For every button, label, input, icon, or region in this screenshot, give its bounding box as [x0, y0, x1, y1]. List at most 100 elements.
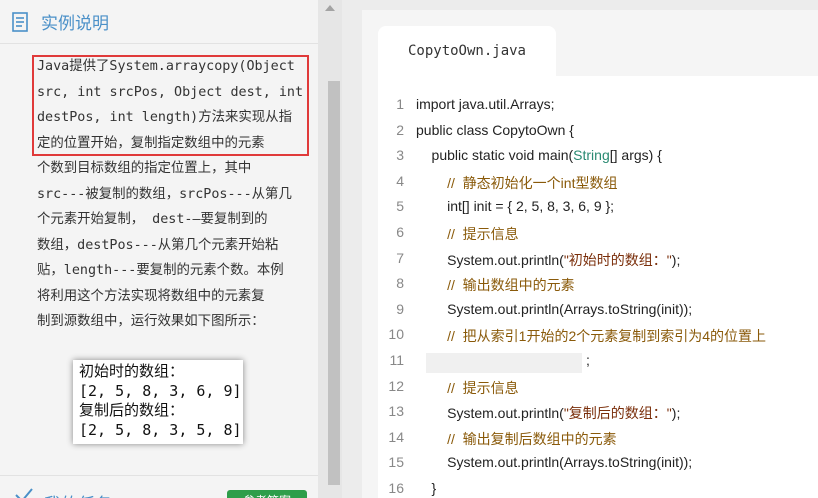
- code-text: public class CopytoOwn {: [416, 122, 574, 138]
- code-token: );: [671, 405, 681, 422]
- document-list-icon: [12, 11, 28, 32]
- output-line: 初始时的数组：: [79, 362, 185, 380]
- code-blank-input[interactable]: [426, 353, 582, 373]
- code-token: public class CopytoOwn {: [416, 121, 574, 138]
- code-token: public static void main(: [416, 147, 574, 164]
- code-token: );: [671, 251, 681, 268]
- code-token: "初始时的数组：": [563, 251, 672, 268]
- output-line: [2, 5, 8, 3, 5, 8]: [79, 420, 242, 439]
- code-token: System.out.println(Arrays.toString(init)…: [416, 454, 693, 471]
- code-line: 4 // 静态初始化一个int型数组: [378, 173, 818, 198]
- code-text: // 输出数组中的元素: [416, 275, 575, 295]
- description-line: 个数到目标数组的指定位置上，其中: [37, 161, 252, 176]
- task-label: 我的任务: [44, 490, 112, 498]
- sample-output-image: 初始时的数组： [2, 5, 8, 3, 6, 9] 复制后的数组： [2, 5, 8…: [73, 360, 243, 444]
- code-line: 12 // 提示信息: [378, 378, 818, 403]
- output-line: 复制后的数组：: [79, 401, 185, 419]
- line-number: 14: [388, 428, 404, 445]
- code-token: ;: [586, 352, 590, 368]
- code-token: // 静态初始化一个int型数组: [447, 174, 618, 191]
- line-number: 4: [396, 172, 404, 189]
- line-number: 5: [396, 198, 404, 215]
- description-line: 将利用这个方法实现将数组中的元素复: [37, 288, 265, 304]
- line-number: 12: [388, 377, 404, 394]
- line-number: 2: [396, 121, 404, 138]
- code-token: }: [416, 480, 437, 496]
- instruction-header: 实例说明: [0, 0, 318, 44]
- code-text: System.out.println("复制后的数组：");: [416, 403, 680, 423]
- code-token: // 提示信息: [447, 379, 519, 396]
- line-number: 7: [396, 249, 404, 266]
- code-line: 11;: [378, 352, 818, 377]
- left-panel-scrollbar[interactable]: [318, 0, 342, 498]
- code-editor[interactable]: 1 import java.util.Arrays; 2 public class C…: [378, 76, 818, 498]
- code-token: [] args) {: [609, 147, 662, 164]
- code-token: // 输出数组中的元素: [447, 277, 575, 294]
- code-line: 16 }: [378, 480, 818, 498]
- code-text: // 静态初始化一个int型数组: [416, 173, 617, 193]
- code-token: // 把从索引1开始的2个元素复制到索引为4的位置上: [447, 328, 767, 345]
- line-number: 9: [396, 300, 404, 317]
- description-line: 贴，length---要复制的元素个数。本例: [37, 263, 284, 278]
- code-token: "复制后的数组：": [563, 405, 672, 422]
- scroll-up-arrow-icon[interactable]: [325, 5, 335, 11]
- reference-answer-button[interactable]: 参考答案: [227, 490, 307, 498]
- line-number: 6: [396, 224, 404, 240]
- description-line: 个元素开始复制， dest-—要复制到的: [37, 212, 268, 227]
- code-token: System.out.println(: [416, 251, 564, 268]
- code-line: 5 int[] init = { 2, 5, 8, 3, 6, 9 };: [378, 198, 818, 223]
- code-text: // 提示信息: [416, 224, 519, 244]
- code-token: import java.util.Arrays;: [416, 96, 555, 112]
- code-text: int[] init = { 2, 5, 8, 3, 6, 9 };: [416, 198, 614, 214]
- code-text: }: [416, 480, 437, 496]
- code-line: 9 System.out.println(Arrays.toString(ini…: [378, 301, 818, 326]
- highlight-box: [32, 55, 309, 156]
- code-area: CopytoOwn.java 1 import java.util.Arrays;…: [362, 10, 818, 498]
- instruction-panel: 实例说明 Java提供了System.arraycopy(Object src, …: [0, 0, 318, 498]
- code-token: String: [573, 147, 610, 164]
- code-token: // 提示信息: [447, 226, 519, 242]
- line-number: 3: [396, 147, 404, 164]
- line-number: 11: [389, 352, 404, 368]
- code-text: // 把从索引1开始的2个元素复制到索引为4的位置上: [416, 326, 766, 346]
- description-line: 数组，destPos---从第几个元素开始粘: [37, 237, 279, 253]
- code-line: 15 System.out.println(Arrays.toString(in…: [378, 454, 818, 479]
- line-number: 10: [388, 326, 404, 343]
- code-line: 2 public class CopytoOwn {: [378, 122, 818, 147]
- code-text: System.out.println(Arrays.toString(init)…: [416, 301, 692, 317]
- code-panel: CopytoOwn.java 1 import java.util.Arrays;…: [342, 0, 818, 498]
- line-number: 15: [388, 454, 404, 471]
- line-number: 1: [396, 96, 404, 112]
- code-token: System.out.println(Arrays.toString(init)…: [416, 300, 693, 317]
- code-text: import java.util.Arrays;: [416, 96, 554, 112]
- code-text: System.out.println("初始时的数组：");: [416, 250, 680, 270]
- line-number: 16: [388, 480, 404, 496]
- task-bar: 我的任务 参考答案: [0, 475, 318, 498]
- line-number: 8: [396, 275, 404, 292]
- code-token: System.out.println(: [416, 405, 564, 422]
- checkmark-task-icon: [15, 488, 33, 498]
- description-line: src---被复制的数组，srcPos---从第几: [37, 186, 292, 202]
- code-line: 1 import java.util.Arrays;: [378, 96, 818, 121]
- code-text: // 提示信息: [416, 378, 519, 398]
- code-text: System.out.println(Arrays.toString(init)…: [416, 454, 692, 470]
- code-line: 8 // 输出数组中的元素: [378, 275, 818, 300]
- code-line: 10 // 把从索引1开始的2个元素复制到索引为4的位置上: [378, 326, 818, 351]
- code-text: public static void main(String[] args) {: [416, 147, 662, 163]
- code-text: // 输出复制后数组中的元素: [416, 429, 617, 449]
- code-token: int[] init = { 2, 5, 8, 3, 6, 9 };: [416, 198, 615, 215]
- description-line: 制到源数组中，运行效果如下图所示：: [37, 314, 265, 329]
- tab-copytoown-java[interactable]: CopytoOwn.java: [378, 26, 556, 76]
- output-line: [2, 5, 8, 3, 6, 9]: [79, 381, 242, 400]
- code-line: 14 // 输出复制后数组中的元素: [378, 429, 818, 454]
- scrollbar-thumb[interactable]: [328, 81, 340, 485]
- code-line: 13 System.out.println("复制后的数组：");: [378, 403, 818, 428]
- code-token: // 输出复制后数组中的元素: [447, 430, 617, 447]
- code-line: 6 // 提示信息: [378, 224, 818, 249]
- code-line: 3 public static void main(String[] args)…: [378, 147, 818, 172]
